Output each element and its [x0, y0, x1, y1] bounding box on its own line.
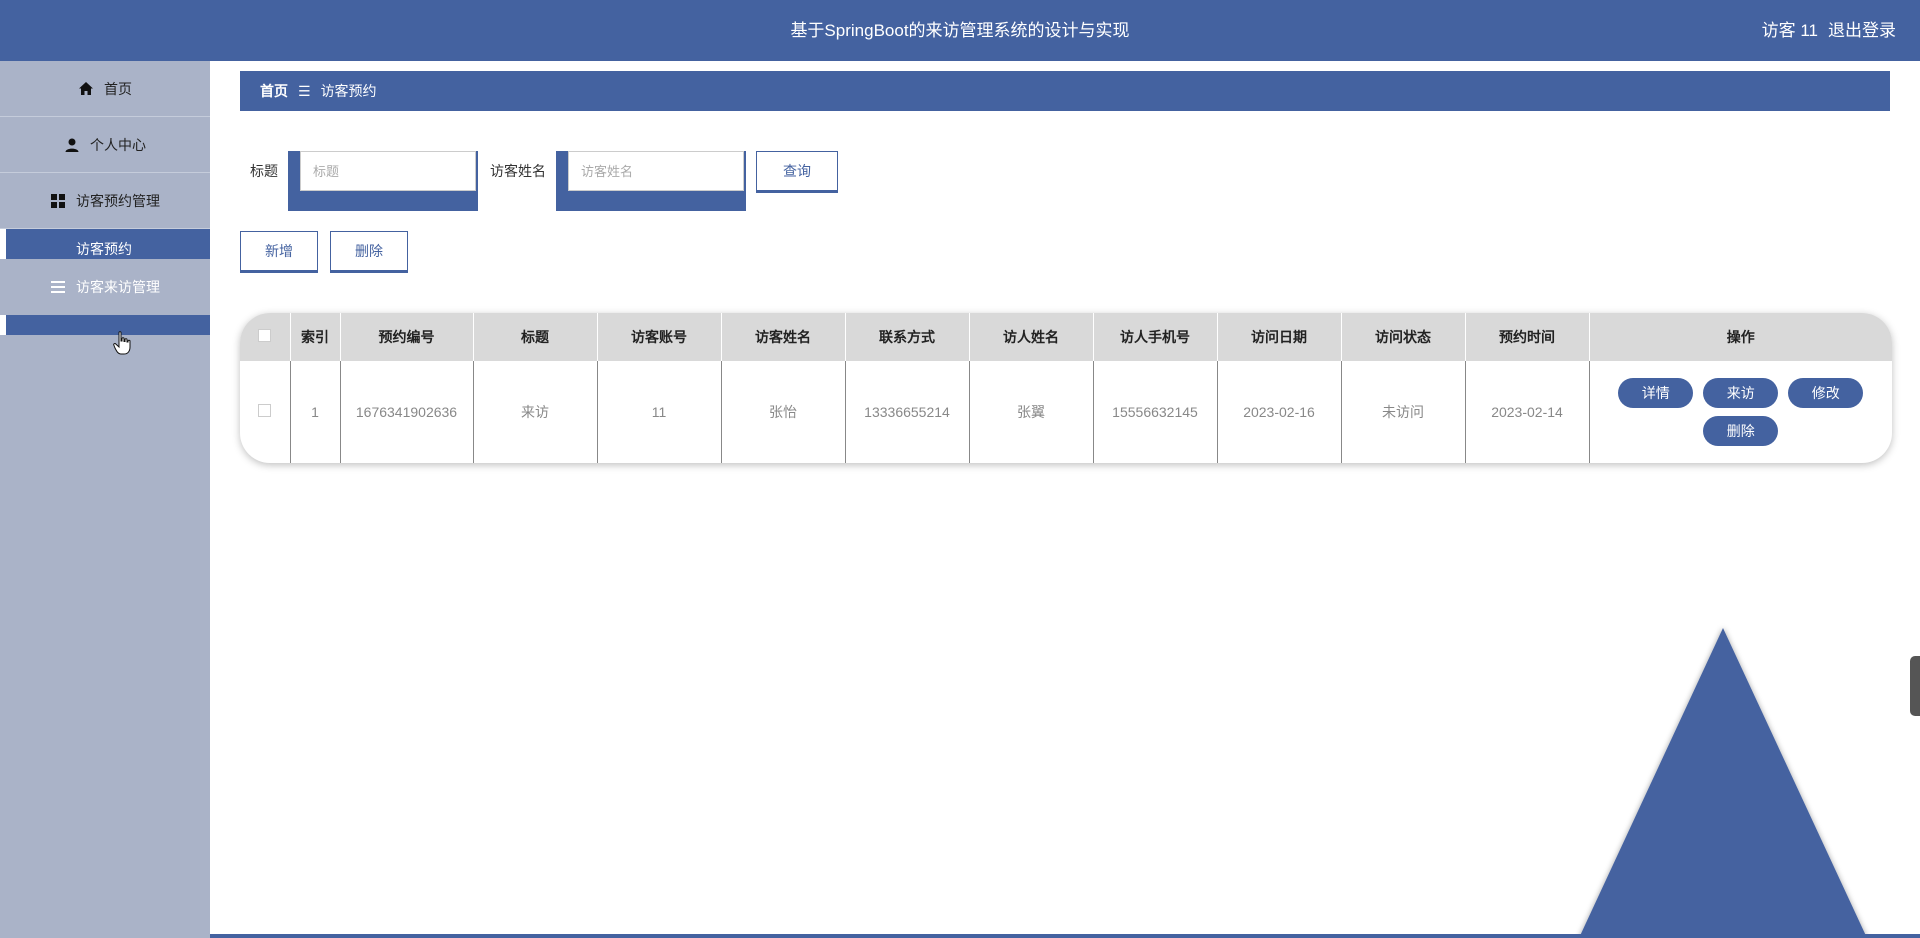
- main-content: 首页 ☰ 访客预约 标题 访客姓名 查询 新增 删除: [210, 61, 1920, 938]
- title-label: 标题: [250, 163, 278, 179]
- column-header: 操作: [1726, 329, 1755, 345]
- cell-booking-no: 1676341902636: [340, 361, 474, 463]
- title-input-wrap: [288, 151, 478, 211]
- cell-operations: 详情 来访 修改 删除: [1589, 361, 1892, 463]
- column-header: 访客账号: [597, 313, 722, 361]
- cell-contact: 13336655214: [845, 361, 970, 463]
- sidebar-item-label: 访客来访管理: [76, 279, 160, 295]
- grid-icon: [51, 193, 65, 208]
- cell-status: 未访问: [1341, 361, 1466, 463]
- row-delete-button[interactable]: 删除: [1703, 416, 1779, 446]
- breadcrumb: 首页 ☰ 访客预约: [240, 71, 1890, 111]
- column-header: 访客姓名: [721, 313, 846, 361]
- visit-button[interactable]: 来访: [1703, 378, 1779, 408]
- app-title: 基于SpringBoot的来访管理系统的设计与实现: [790, 21, 1130, 40]
- sidebar-item-home[interactable]: 首页: [0, 61, 210, 117]
- visitor-name-label: 访客姓名: [490, 163, 546, 179]
- search-bar: 标题 访客姓名 查询: [250, 151, 838, 211]
- cell-visit-date: 2023-02-16: [1217, 361, 1342, 463]
- delete-selected-button[interactable]: 删除: [330, 231, 408, 271]
- table-row: 1 1676341902636 来访 11 张怡 13336655214 张翼 …: [240, 361, 1892, 463]
- action-bar: 新增 删除: [240, 231, 408, 271]
- column-header: 标题: [473, 313, 598, 361]
- column-header: 访人姓名: [969, 313, 1094, 361]
- breadcrumb-home[interactable]: 首页: [260, 81, 288, 101]
- sidebar-subitem-collapsed[interactable]: [0, 315, 210, 335]
- hand-cursor-icon: [113, 331, 131, 355]
- column-header: 索引: [290, 313, 341, 361]
- side-scroll-handle[interactable]: [1910, 656, 1920, 716]
- sidebar: 首页 个人中心 访客预约管理 访客预约 访客来访管理: [0, 61, 210, 938]
- header-user-area: 访客 11 退出登录: [1762, 0, 1896, 61]
- sidebar-item-booking-management[interactable]: 访客预约管理: [0, 173, 210, 229]
- column-header: 预约编号: [340, 313, 474, 361]
- sidebar-item-visit-management[interactable]: 访客来访管理: [0, 259, 210, 315]
- cell-account: 11: [597, 361, 722, 463]
- sidebar-item-label: 访客预约管理: [76, 192, 160, 209]
- visitor-name-input-wrap: [556, 151, 746, 211]
- table-header-row: 索引 预约编号 标题 访客账号 访客姓名 联系方式 访人姓名 访人手机号 访问日…: [240, 313, 1892, 361]
- select-all-checkbox[interactable]: [258, 329, 272, 342]
- title-input[interactable]: [300, 151, 476, 191]
- logout-link[interactable]: 退出登录: [1828, 0, 1896, 61]
- sidebar-item-label: 首页: [104, 80, 132, 97]
- bottom-bar: [210, 934, 1920, 938]
- cell-host-name: 张翼: [969, 361, 1094, 463]
- column-header: 访问状态: [1341, 313, 1466, 361]
- column-header: 访人手机号: [1093, 313, 1218, 361]
- home-icon: [79, 81, 93, 95]
- cell-index: 1: [290, 361, 341, 463]
- list-icon: [51, 281, 65, 293]
- cell-title: 来访: [473, 361, 598, 463]
- cell-booking-time: 2023-02-14: [1465, 361, 1590, 463]
- booking-table: 索引 预约编号 标题 访客账号 访客姓名 联系方式 访人姓名 访人手机号 访问日…: [240, 313, 1892, 463]
- row-checkbox[interactable]: [258, 404, 272, 417]
- breadcrumb-separator-icon: ☰: [298, 82, 311, 99]
- sidebar-item-label: 个人中心: [90, 136, 146, 153]
- query-button[interactable]: 查询: [756, 151, 838, 191]
- sidebar-item-profile[interactable]: 个人中心: [0, 117, 210, 173]
- column-header: 预约时间: [1465, 313, 1590, 361]
- detail-button[interactable]: 详情: [1618, 378, 1694, 408]
- visitor-name-input[interactable]: [568, 151, 744, 191]
- select-all-cell: [240, 313, 291, 361]
- row-select-cell: [240, 361, 291, 463]
- cell-host-phone: 15556632145: [1093, 361, 1218, 463]
- column-header: 访问日期: [1217, 313, 1342, 361]
- breadcrumb-current: 访客预约: [320, 83, 377, 99]
- cell-visitor-name: 张怡: [721, 361, 846, 463]
- user-icon: [65, 138, 79, 152]
- sidebar-subitem-booking[interactable]: 访客预约: [0, 229, 210, 259]
- top-header: 基于SpringBoot的来访管理系统的设计与实现 访客 11 退出登录: [0, 0, 1920, 61]
- edit-button[interactable]: 修改: [1788, 378, 1864, 408]
- current-user: 访客 11: [1761, 21, 1818, 40]
- decorative-triangle: [1579, 628, 1867, 938]
- add-button[interactable]: 新增: [240, 231, 318, 271]
- column-header: 联系方式: [845, 313, 970, 361]
